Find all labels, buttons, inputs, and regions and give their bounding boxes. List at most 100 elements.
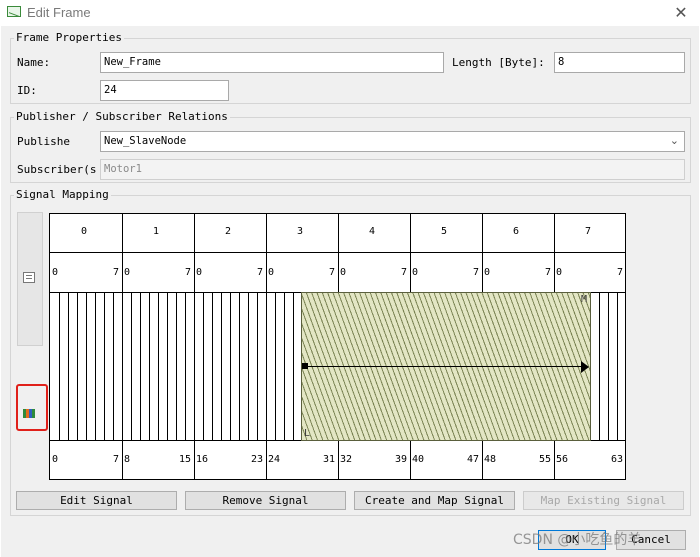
byte-label: 0	[81, 226, 88, 237]
bit-index-label: 7	[401, 267, 408, 278]
bit-divider	[68, 292, 69, 440]
bit-offset-label: 0	[52, 454, 59, 465]
close-icon[interactable]: ✕	[666, 2, 696, 24]
publisher-value: New_SlaveNode	[104, 135, 187, 147]
bit-offset-label: 23	[251, 454, 264, 465]
bit-offset-label: 47	[467, 454, 480, 465]
header-separator	[50, 252, 625, 253]
byte-label: 5	[441, 226, 448, 237]
byte-label: 6	[513, 226, 520, 237]
byte-label: 3	[297, 226, 304, 237]
frame-properties-legend: Frame Properties	[14, 31, 124, 44]
bit-offset-label: 31	[323, 454, 336, 465]
bit-offset-label: 7	[113, 454, 120, 465]
bit-divider	[293, 292, 294, 440]
bit-divider	[95, 292, 96, 440]
bit-offset-label: 48	[484, 454, 497, 465]
byte-label: 7	[585, 226, 592, 237]
bit-index-label: 0	[412, 267, 419, 278]
bit-divider	[230, 292, 231, 440]
bit-divider	[185, 292, 186, 440]
bit-offset-label: 55	[539, 454, 552, 465]
signal-lsb-marker: L	[304, 428, 311, 439]
edit-signal-button[interactable]: Edit Signal	[16, 491, 177, 510]
bit-divider	[257, 292, 258, 440]
bit-divider	[248, 292, 249, 440]
bit-divider	[167, 292, 168, 440]
bit-divider	[149, 292, 150, 440]
bit-divider	[59, 292, 60, 440]
bit-offset-label: 40	[412, 454, 425, 465]
bit-index-label: 0	[52, 267, 59, 278]
signal-layout-grid[interactable]: M L 0 1 2 3 4 5 6 7 0 7 0 7 0 7 0 7 0 7 0 7 0 7 0 7 0 7 8 15 16 23 24 3…	[49, 213, 626, 480]
byte-label: 2	[225, 226, 232, 237]
signal-arrow-icon	[581, 361, 589, 373]
relations-legend: Publisher / Subscriber Relations	[14, 110, 230, 123]
bit-offset-label: 15	[179, 454, 192, 465]
remove-signal-button[interactable]: Remove Signal	[185, 491, 346, 510]
bit-index-label: 0	[556, 267, 563, 278]
bit-offset-label: 16	[196, 454, 209, 465]
bit-offset-label: 8	[124, 454, 131, 465]
bit-divider	[131, 292, 132, 440]
byte-label: 4	[369, 226, 376, 237]
bit-divider	[86, 292, 87, 440]
title-bar: Edit Frame ✕	[0, 0, 700, 26]
create-map-signal-button[interactable]: Create and Map Signal	[354, 491, 515, 510]
watermark: CSDN @小吃鱼的羊	[513, 532, 642, 548]
bit-divider	[608, 292, 609, 440]
name-label: Name:	[17, 56, 51, 69]
map-existing-signal-button: Map Existing Signal	[523, 491, 684, 510]
signal-start-square	[302, 363, 308, 369]
signal-extent-line	[304, 366, 586, 367]
bit-divider	[104, 292, 105, 440]
bit-index-label: 7	[257, 267, 264, 278]
bit-divider	[212, 292, 213, 440]
bit-divider	[590, 292, 591, 440]
bit-divider	[113, 292, 114, 440]
bit-offset-label: 63	[611, 454, 624, 465]
length-field[interactable]: 8	[554, 52, 685, 73]
bit-divider	[221, 292, 222, 440]
bit-divider	[617, 292, 618, 440]
signal-block[interactable]: M L	[301, 292, 591, 441]
window-title: Edit Frame	[27, 5, 91, 20]
bit-divider	[140, 292, 141, 440]
bit-divider	[275, 292, 276, 440]
bit-divider	[203, 292, 204, 440]
byte-label: 1	[153, 226, 160, 237]
signal-msb-marker: M	[580, 294, 587, 305]
highlight-frame	[16, 384, 48, 431]
id-field[interactable]: 24	[100, 80, 229, 101]
header-separator	[50, 440, 625, 441]
bit-index-label: 7	[185, 267, 192, 278]
bit-offset-label: 32	[340, 454, 353, 465]
bit-divider	[176, 292, 177, 440]
list-view-icon[interactable]	[23, 272, 35, 283]
bit-offset-label: 24	[268, 454, 281, 465]
bit-index-label: 0	[484, 267, 491, 278]
frame-window-icon	[7, 6, 21, 17]
bit-index-label: 7	[545, 267, 552, 278]
subscriber-field: Motor1	[100, 159, 685, 180]
bit-divider	[77, 292, 78, 440]
chevron-down-icon: ⌄	[669, 134, 679, 147]
bit-divider	[158, 292, 159, 440]
bit-index-label: 7	[473, 267, 480, 278]
bit-index-label: 0	[268, 267, 275, 278]
bit-divider	[284, 292, 285, 440]
signal-layout-icon[interactable]	[23, 409, 35, 418]
bit-index-label: 0	[124, 267, 131, 278]
bit-divider	[599, 292, 600, 440]
bit-offset-label: 39	[395, 454, 408, 465]
length-label: Length [Byte]:	[452, 56, 545, 69]
name-field[interactable]: New_Frame	[100, 52, 444, 73]
id-label: ID:	[17, 84, 37, 97]
bit-index-label: 7	[113, 267, 120, 278]
bit-index-label: 7	[329, 267, 336, 278]
bit-index-label: 0	[340, 267, 347, 278]
bit-offset-label: 56	[556, 454, 569, 465]
bit-divider	[239, 292, 240, 440]
bit-index-label: 7	[617, 267, 624, 278]
publisher-select[interactable]: New_SlaveNode ⌄	[100, 131, 685, 152]
